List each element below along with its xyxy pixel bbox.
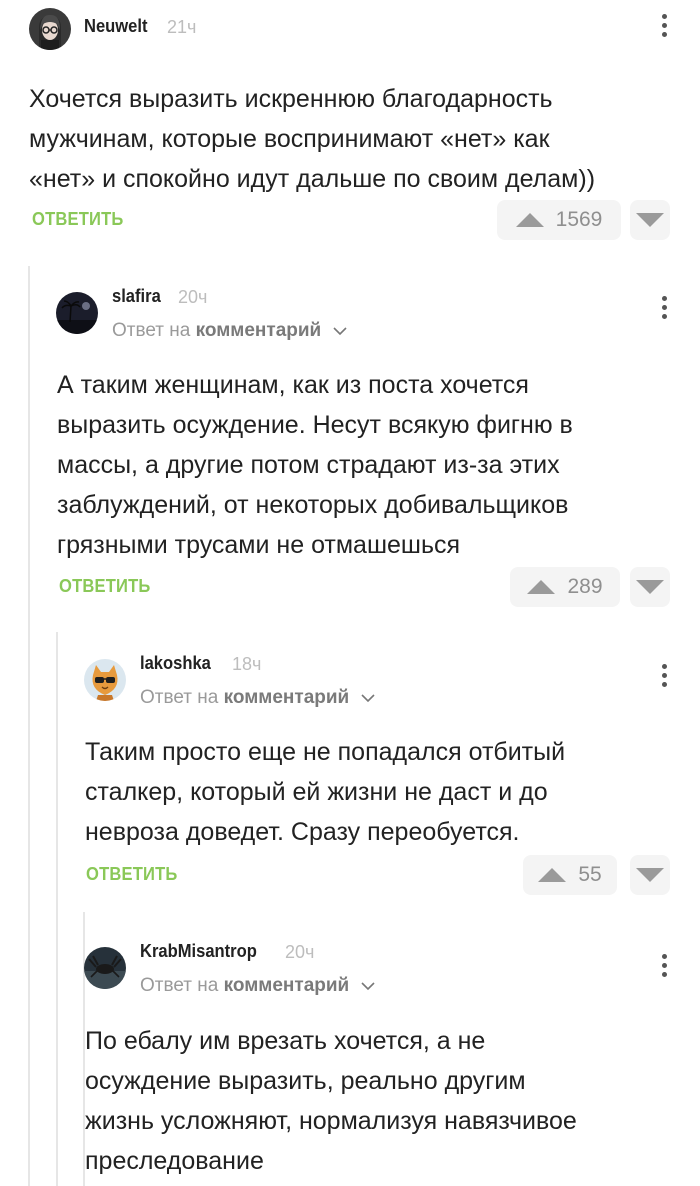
thread-line — [56, 632, 58, 1186]
more-vertical-icon[interactable] — [659, 664, 669, 694]
downvote-icon — [636, 580, 664, 594]
upvote-button[interactable]: 1569 — [497, 200, 621, 240]
comment-time: 20ч — [178, 287, 208, 307]
thread-line — [28, 266, 30, 1186]
vote-score: 55 — [578, 863, 602, 886]
comment-time: 20ч — [285, 942, 315, 962]
downvote-button[interactable] — [630, 567, 670, 607]
upvote-button[interactable]: 55 — [523, 855, 617, 895]
reply-to-prefix: Ответ на — [140, 687, 219, 709]
username[interactable]: slafira — [112, 286, 161, 307]
avatar[interactable] — [56, 292, 98, 334]
comment-time: 18ч — [232, 654, 262, 674]
reply-button[interactable]: ОТВЕТИТЬ — [32, 209, 124, 230]
username[interactable]: Neuwelt — [84, 16, 147, 37]
downvote-icon — [636, 213, 664, 227]
avatar[interactable] — [84, 947, 126, 989]
more-vertical-icon[interactable] — [659, 296, 669, 326]
username[interactable]: lakoshka — [140, 653, 211, 674]
reply-to-target[interactable]: комментарий — [224, 687, 350, 708]
comment-text: Хочется выразить искреннюю благодарность… — [29, 85, 596, 193]
upvote-button[interactable]: 289 — [510, 567, 620, 607]
reply-to-link[interactable]: Ответ на комментарий — [140, 975, 375, 997]
chevron-down-icon — [332, 320, 347, 342]
downvote-icon — [636, 868, 664, 882]
upvote-icon — [527, 580, 556, 594]
chevron-down-icon — [360, 975, 375, 997]
vote-score: 289 — [567, 575, 603, 598]
reply-to-link[interactable]: Ответ на комментарий — [112, 320, 347, 342]
comment-text: Таким просто еще не попадался отбитый ст… — [85, 738, 566, 846]
reply-to-prefix: Ответ на — [140, 975, 219, 997]
reply-button[interactable]: ОТВЕТИТЬ — [86, 864, 178, 885]
downvote-button[interactable] — [630, 200, 670, 240]
reply-button[interactable]: ОТВЕТИТЬ — [59, 576, 151, 597]
avatar[interactable] — [29, 8, 71, 50]
comment-text: По ебалу им врезать хочется, а не осужде… — [85, 1027, 577, 1175]
more-vertical-icon[interactable] — [659, 954, 669, 984]
avatar[interactable] — [84, 659, 126, 701]
more-vertical-icon[interactable] — [659, 14, 669, 44]
downvote-button[interactable] — [630, 855, 670, 895]
vote-score: 1569 — [555, 208, 603, 231]
comment-time: 21ч — [167, 17, 197, 37]
reply-to-link[interactable]: Ответ на комментарий — [140, 687, 375, 709]
comment-text: А таким женщинам, как из поста хочется в… — [57, 371, 573, 559]
reply-to-prefix: Ответ на — [112, 320, 191, 342]
reply-to-target[interactable]: комментарий — [196, 320, 322, 341]
upvote-icon — [515, 213, 544, 227]
username[interactable]: KrabMisantrop — [140, 941, 257, 962]
chevron-down-icon — [360, 687, 375, 709]
upvote-icon — [538, 868, 567, 882]
reply-to-target[interactable]: комментарий — [224, 975, 350, 996]
